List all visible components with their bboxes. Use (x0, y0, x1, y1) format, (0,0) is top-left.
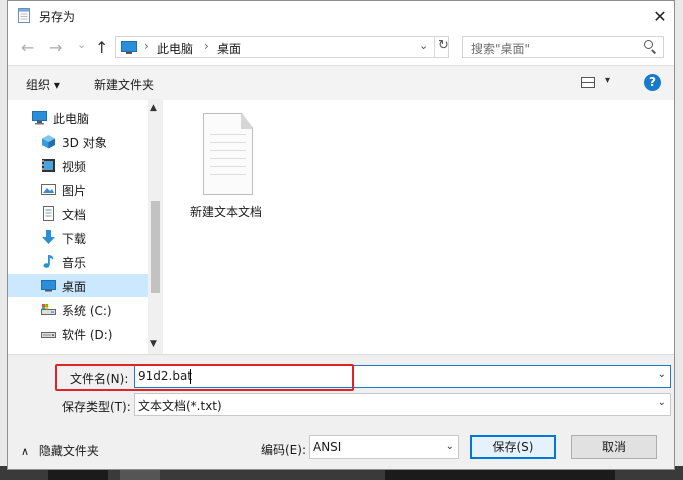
notepad-icon (18, 8, 30, 23)
encoding-label: 编码(E): (261, 443, 306, 457)
navigation-pane: 此电脑 3D 对象 视频 图片 文档 下载 音乐 桌面 系统 (C:) 软件 (… (8, 99, 163, 354)
nav-pane-scrollbar[interactable]: ▲ ▼ (148, 99, 163, 354)
nav-item-label: 下载 (62, 232, 87, 246)
nav-item-label: 图片 (62, 184, 87, 198)
nav-item-desktop[interactable]: 桌面 (8, 274, 148, 297)
help-icon[interactable]: ? (644, 74, 661, 91)
nav-item-pictures[interactable]: 图片 (8, 178, 148, 201)
encoding-select[interactable]: ANSI ⌄ (309, 435, 459, 459)
nav-item-this-pc[interactable]: 此电脑 (8, 106, 148, 129)
chevron-up-icon: ∧ (21, 445, 30, 458)
breadcrumb-desktop[interactable]: 桌面 (217, 40, 241, 57)
breadcrumb-separator: › (204, 39, 209, 53)
scroll-thumb[interactable] (151, 201, 160, 293)
drive-c-icon (41, 304, 56, 315)
music-note-icon (43, 255, 54, 268)
nav-item-3d-objects[interactable]: 3D 对象 (8, 130, 148, 153)
search-placeholder: 搜索"桌面" (471, 42, 531, 56)
filetype-select[interactable]: 文本文档(*.txt) ⌄ (134, 393, 671, 416)
back-arrow-icon[interactable]: ← (21, 39, 34, 57)
download-arrow-icon (42, 230, 55, 244)
hide-folders-button[interactable]: ∧ 隐藏文件夹 (21, 442, 99, 459)
video-icon (42, 159, 55, 172)
view-icon[interactable] (581, 77, 595, 88)
dialog-title: 另存为 (39, 10, 76, 24)
chevron-down-icon[interactable]: ⌄ (658, 397, 666, 408)
view-dropdown-icon[interactable]: ▾ (605, 75, 610, 86)
breadcrumb-separator: › (144, 39, 149, 53)
toolbar: 组织 ▾ 新建文件夹 ▾ ? (8, 65, 674, 100)
scroll-down-icon[interactable]: ▼ (150, 339, 157, 349)
nav-item-drive-d[interactable]: 软件 (D:) (8, 322, 148, 345)
address-dropdown-icon[interactable]: ⌄ (419, 39, 428, 52)
desktop-icon (41, 280, 56, 292)
close-icon: ✕ (653, 6, 667, 26)
nav-item-label: 音乐 (62, 256, 87, 270)
nav-item-label: 文档 (62, 208, 87, 222)
recent-locations-icon[interactable]: ⌄ (77, 36, 86, 54)
computer-icon (32, 111, 47, 125)
nav-item-videos[interactable]: 视频 (8, 154, 148, 177)
forward-arrow-icon[interactable]: → (49, 39, 62, 57)
close-button[interactable]: ✕ (648, 4, 672, 28)
picture-icon (41, 184, 56, 195)
chevron-down-icon[interactable]: ⌄ (658, 369, 666, 380)
new-folder-button[interactable]: 新建文件夹 (94, 76, 154, 93)
encoding-value: ANSI (313, 440, 342, 454)
nav-item-label: 3D 对象 (62, 136, 107, 150)
text-file-icon (203, 113, 253, 195)
search-box[interactable]: 搜索"桌面" (462, 36, 664, 58)
refresh-icon[interactable]: ↻ (438, 38, 449, 53)
cube-3d-icon (42, 135, 55, 149)
filetype-value: 文本文档(*.txt) (138, 399, 222, 413)
nav-item-label: 软件 (D:) (62, 328, 113, 342)
document-icon (43, 206, 54, 221)
organize-menu[interactable]: 组织 ▾ (26, 76, 60, 93)
highlight-box (55, 364, 354, 391)
nav-item-label: 桌面 (62, 280, 87, 294)
drive-d-icon (41, 332, 56, 338)
nav-item-documents[interactable]: 文档 (8, 202, 148, 225)
nav-item-label: 视频 (62, 160, 87, 174)
save-as-dialog: 另存为 ✕ ← → ⌄ ↑ › 此电脑 › 桌面 ⌄ ↻ 搜索"桌面" 组织 ▾… (7, 0, 675, 470)
hide-folders-label: 隐藏文件夹 (38, 444, 99, 458)
search-icon (644, 40, 653, 49)
cancel-button[interactable]: 取消 (571, 435, 657, 459)
computer-icon (121, 41, 137, 52)
up-arrow-icon[interactable]: ↑ (95, 39, 108, 57)
file-item[interactable]: 新建文本文档 (190, 113, 270, 223)
nav-item-music[interactable]: 音乐 (8, 250, 148, 273)
nav-item-label: 系统 (C:) (62, 304, 112, 318)
file-name-label: 新建文本文档 (190, 205, 263, 219)
save-button[interactable]: 保存(S) (470, 435, 556, 459)
chevron-down-icon[interactable]: ⌄ (446, 441, 454, 452)
nav-item-label: 此电脑 (53, 112, 90, 126)
scroll-up-icon[interactable]: ▲ (150, 103, 157, 113)
breadcrumb-this-pc[interactable]: 此电脑 (157, 40, 193, 57)
filetype-label: 保存类型(T): (62, 400, 131, 414)
nav-item-downloads[interactable]: 下载 (8, 226, 148, 249)
address-bar[interactable]: › 此电脑 › 桌面 ⌄ ↻ (115, 36, 449, 58)
nav-item-drive-c[interactable]: 系统 (C:) (8, 298, 148, 321)
